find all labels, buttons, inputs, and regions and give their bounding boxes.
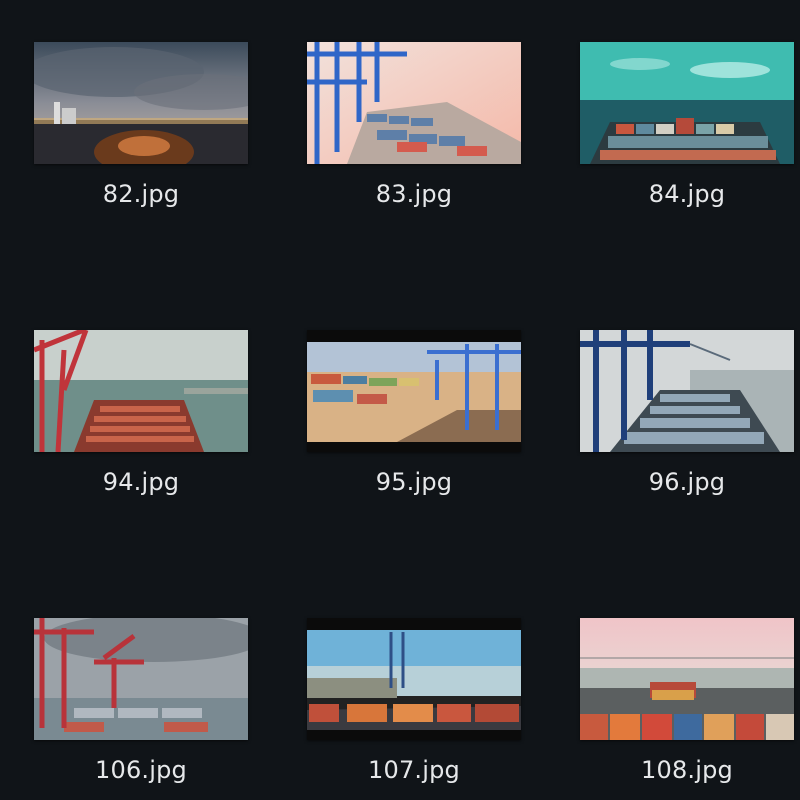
file-tile-108[interactable]: 108.jpg: [549, 616, 794, 800]
thumbnail-image: [34, 42, 248, 164]
file-name-label: 82.jpg: [102, 180, 180, 208]
file-name-label: 94.jpg: [102, 468, 180, 496]
thumbnail-image: [580, 330, 794, 452]
file-tile-94[interactable]: 94.jpg: [3, 328, 248, 528]
thumbnail-image: [34, 618, 248, 740]
file-tile-84[interactable]: 84.jpg: [549, 40, 794, 240]
thumbnail-image: [307, 618, 521, 740]
file-tile-106[interactable]: 106.jpg: [3, 616, 248, 800]
file-name-label: 83.jpg: [375, 180, 453, 208]
file-name-label: 107.jpg: [368, 756, 460, 784]
file-tile-96[interactable]: 96.jpg: [549, 328, 794, 528]
thumbnail-image: [307, 42, 521, 164]
thumbnail-image: [580, 618, 794, 740]
file-tile-107[interactable]: 107.jpg: [276, 616, 521, 800]
file-tile-82[interactable]: 82.jpg: [3, 40, 248, 240]
file-tile-95[interactable]: 95.jpg: [276, 328, 521, 528]
thumbnail-image: [307, 330, 521, 452]
file-thumbnail-grid: 82.jpg 83.jpg 84.jpg 94.jpg 95.jpg 96.jp…: [0, 0, 800, 800]
thumbnail-image: [580, 42, 794, 164]
file-name-label: 95.jpg: [375, 468, 453, 496]
file-name-label: 84.jpg: [648, 180, 726, 208]
thumbnail-image: [34, 330, 248, 452]
file-name-label: 108.jpg: [641, 756, 733, 784]
file-name-label: 106.jpg: [95, 756, 187, 784]
file-tile-83[interactable]: 83.jpg: [276, 40, 521, 240]
file-name-label: 96.jpg: [648, 468, 726, 496]
